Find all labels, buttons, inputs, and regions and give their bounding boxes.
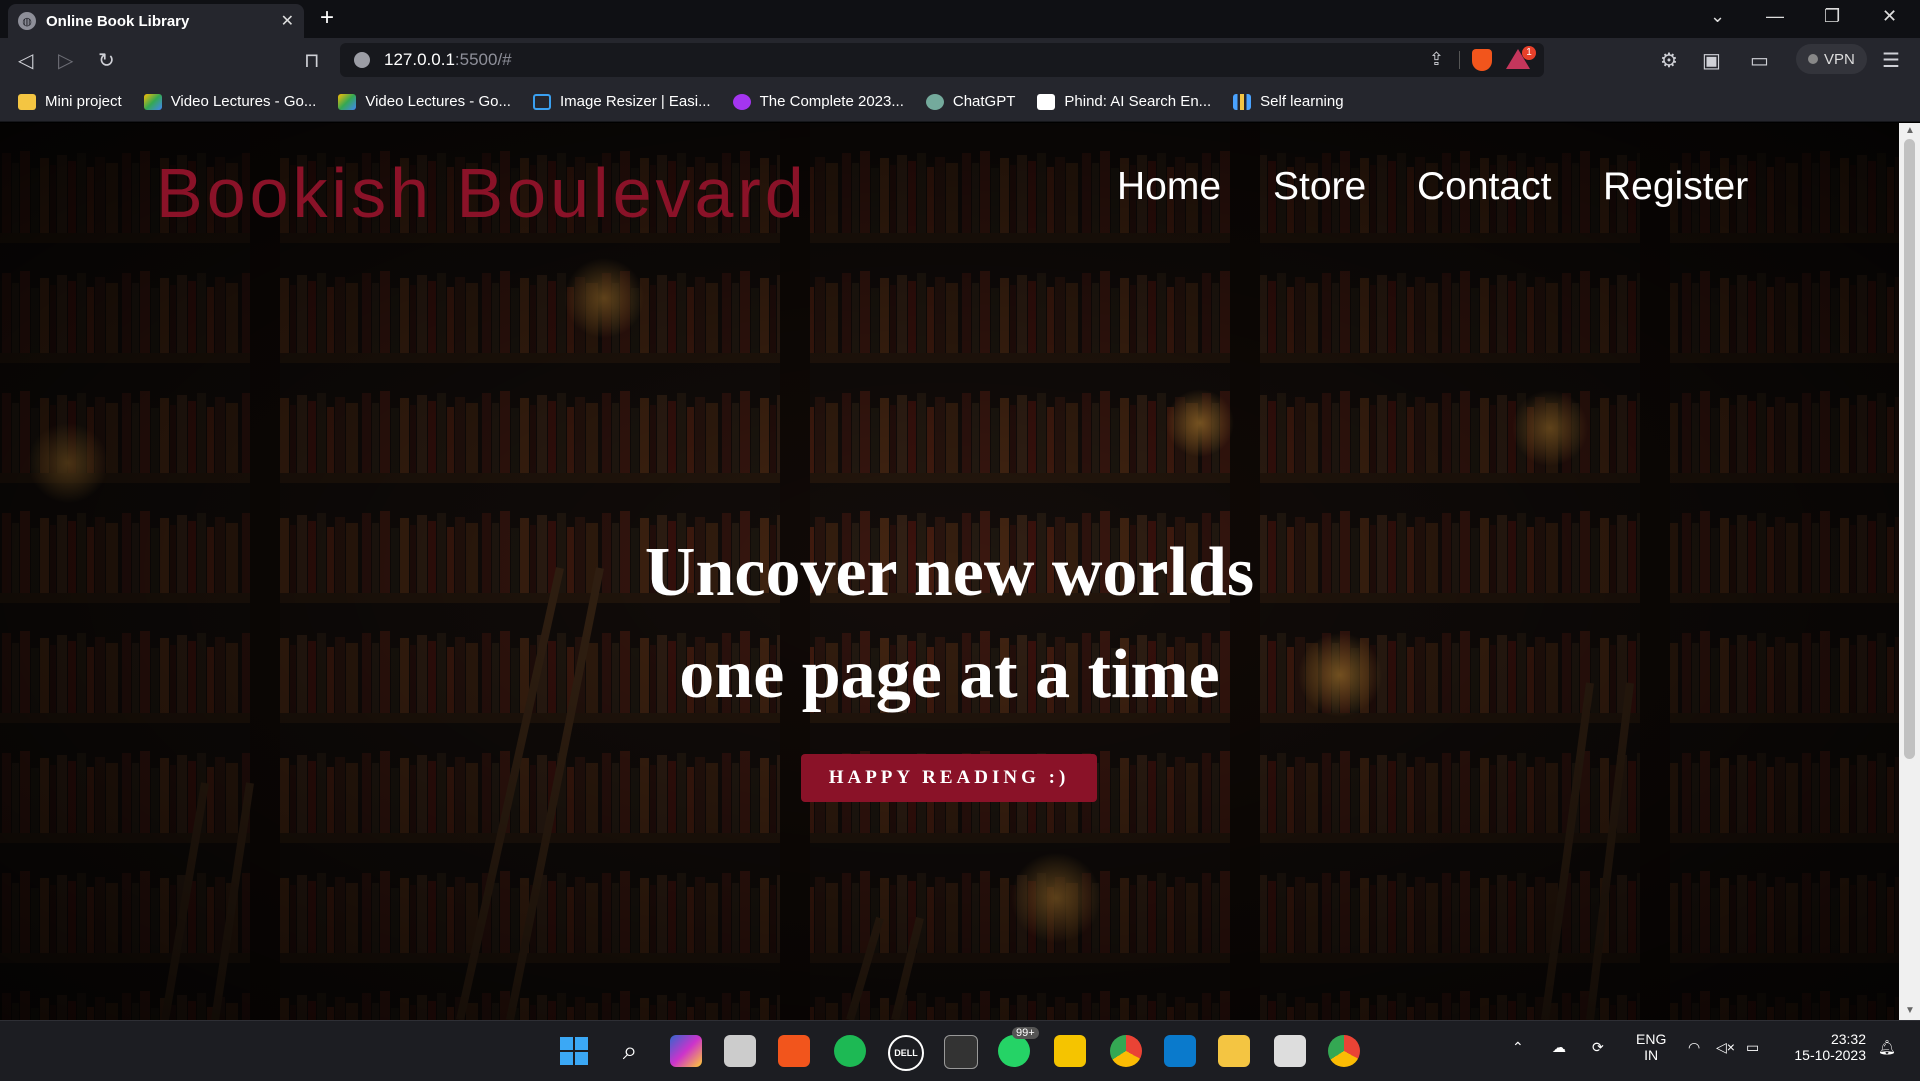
bookmark-the-complete-2023[interactable]: The Complete 2023... [732, 93, 904, 110]
address-bar[interactable]: 127.0.0.1:5500/# ⇪ 1 [340, 43, 1544, 77]
bookmark-label: Mini project [45, 93, 122, 110]
file-explorer-icon[interactable] [1218, 1035, 1250, 1067]
whatsapp-icon[interactable] [998, 1035, 1030, 1067]
nav-store[interactable]: Store [1273, 165, 1366, 209]
site-brand-logo[interactable]: Bookish Boulevard [156, 153, 808, 233]
reload-icon[interactable]: ↻ [98, 48, 115, 73]
bookmark-label: Self learning [1260, 93, 1344, 110]
sync-icon[interactable]: ⟳ [1592, 1039, 1604, 1056]
spotify-icon[interactable] [834, 1035, 866, 1067]
speaker-muted-icon[interactable]: ◁× [1716, 1039, 1735, 1056]
happy-reading-button[interactable]: HAPPY READING :) [801, 754, 1097, 802]
bookmark-chatgpt[interactable]: ChatGPT [925, 93, 1016, 110]
task-view-icon[interactable] [724, 1035, 756, 1067]
close-tab-icon[interactable]: ✕ [281, 11, 294, 31]
windows-start-icon[interactable] [558, 1035, 590, 1067]
snipping-tool-icon[interactable] [1274, 1035, 1306, 1067]
whatsapp-badge: 99+ [1012, 1027, 1039, 1039]
forward-icon[interactable]: ▷ [58, 48, 73, 73]
divider [1459, 51, 1460, 69]
sidebar-icon[interactable]: ▣ [1702, 48, 1721, 73]
extensions-icon[interactable]: ⚙ [1660, 48, 1678, 73]
search-icon[interactable]: ⌕ [614, 1035, 646, 1067]
terminal-icon[interactable] [944, 1035, 978, 1069]
bookmark-label: Image Resizer | Easi... [559, 93, 711, 110]
folder-icon [18, 93, 36, 110]
back-icon[interactable]: ◁ [18, 48, 33, 73]
brave-browser-icon[interactable] [778, 1035, 810, 1067]
tab-search-icon[interactable]: ⌄ [1710, 6, 1725, 27]
clock[interactable]: 23:32 15-10-2023 [1788, 1031, 1866, 1063]
dell-icon[interactable]: DELL [888, 1035, 924, 1071]
chart-icon [1233, 93, 1252, 110]
bookmark-image-resizer[interactable]: Image Resizer | Easi... [532, 93, 711, 110]
chrome-icon[interactable] [1110, 1035, 1142, 1067]
bookmark-label: ChatGPT [952, 93, 1016, 110]
tab-title: Online Book Library [46, 12, 190, 30]
copilot-icon[interactable] [670, 1035, 702, 1067]
nav-contact[interactable]: Contact [1417, 165, 1551, 209]
bookmark-icon[interactable]: ⊓ [304, 48, 320, 73]
share-icon[interactable]: ⇪ [1429, 49, 1444, 70]
clock-date: 15-10-2023 [1794, 1047, 1866, 1063]
new-tab-icon[interactable]: + [320, 4, 334, 32]
vpn-label: VPN [1824, 50, 1855, 68]
hero-headline-line2: one page at a time [679, 636, 1220, 713]
sticky-notes-icon[interactable] [1054, 1035, 1086, 1067]
minimize-icon[interactable]: — [1766, 6, 1784, 27]
restore-icon[interactable]: ❐ [1824, 6, 1840, 27]
wallet-icon[interactable]: ▭ [1750, 48, 1769, 73]
bookmark-video-lectures-2[interactable]: Video Lectures - Go... [338, 93, 511, 110]
bookmark-label: Video Lectures - Go... [170, 93, 317, 110]
vpn-button[interactable]: VPN [1796, 44, 1867, 74]
vscode-icon[interactable] [1164, 1035, 1196, 1067]
vpn-status-icon [1808, 54, 1818, 64]
onedrive-icon[interactable]: ☁ [1552, 1039, 1566, 1056]
bookmark-label: Phind: AI Search En... [1064, 93, 1212, 110]
url-text[interactable]: 127.0.0.1:5500/# [384, 50, 512, 70]
bookmark-label: The Complete 2023... [759, 93, 904, 110]
language-indicator[interactable]: ENG IN [1636, 1031, 1666, 1063]
globe-icon: ◍ [18, 12, 36, 30]
notification-bell-icon[interactable]: 🔔︎ [1878, 1039, 1896, 1056]
phind-icon [1037, 93, 1056, 110]
page-viewport: Bookish Boulevard Home Store Contact Reg… [0, 123, 1899, 1020]
chrome-profile-icon[interactable] [1328, 1035, 1360, 1067]
bookmarks-bar: Mini project Video Lectures - Go... Vide… [0, 82, 1920, 122]
hero-headline-line1: Uncover new worlds [644, 534, 1255, 611]
chevron-up-icon[interactable]: ⌃ [1512, 1039, 1524, 1056]
udemy-icon [732, 93, 751, 110]
chatgpt-icon [925, 93, 944, 110]
drive-icon [143, 93, 162, 110]
bookmark-mini-project[interactable]: Mini project [18, 93, 122, 110]
close-window-icon[interactable]: ✕ [1882, 6, 1897, 27]
menu-icon[interactable]: ☰ [1882, 48, 1900, 73]
browser-toolbar: ◁ ▷ ↻ ⊓ 127.0.0.1:5500/# ⇪ 1 ⚙ ▣ ▭ VPN ☰ [0, 38, 1920, 82]
browser-tab-strip: ◍ Online Book Library ✕ + ⌄ — ❐ ✕ [0, 0, 1920, 38]
site-info-icon[interactable] [354, 52, 370, 68]
resize-icon [532, 93, 551, 110]
nav-home[interactable]: Home [1117, 165, 1221, 209]
battery-icon[interactable]: ▭ [1746, 1039, 1759, 1056]
windows-taskbar: ⌕ DELL 99+ ⌃ ☁ ⟳ ENG IN ◠ ◁× ▭ 23:32 15-10… [0, 1020, 1920, 1081]
bookmark-self-learning[interactable]: Self learning [1233, 93, 1344, 110]
lang-code: ENG [1636, 1031, 1667, 1047]
wifi-icon[interactable]: ◠ [1688, 1039, 1700, 1056]
rewards-badge: 1 [1522, 46, 1536, 60]
page-scrollbar[interactable]: ▲ ▼ [1899, 123, 1920, 1020]
clock-time: 23:32 [1830, 1031, 1866, 1047]
scrollbar-thumb[interactable] [1904, 139, 1915, 759]
bookmark-label: Video Lectures - Go... [365, 93, 511, 110]
browser-tab-active[interactable]: ◍ Online Book Library ✕ [8, 4, 304, 38]
scroll-up-icon[interactable]: ▲ [1905, 125, 1915, 136]
bookmark-phind[interactable]: Phind: AI Search En... [1037, 93, 1211, 110]
drive-icon [338, 93, 357, 110]
lang-region: IN [1644, 1047, 1659, 1063]
scroll-down-icon[interactable]: ▼ [1905, 1005, 1915, 1016]
bookmark-video-lectures-1[interactable]: Video Lectures - Go... [143, 93, 317, 110]
brave-shields-icon[interactable] [1472, 49, 1492, 71]
nav-register[interactable]: Register [1603, 165, 1748, 209]
